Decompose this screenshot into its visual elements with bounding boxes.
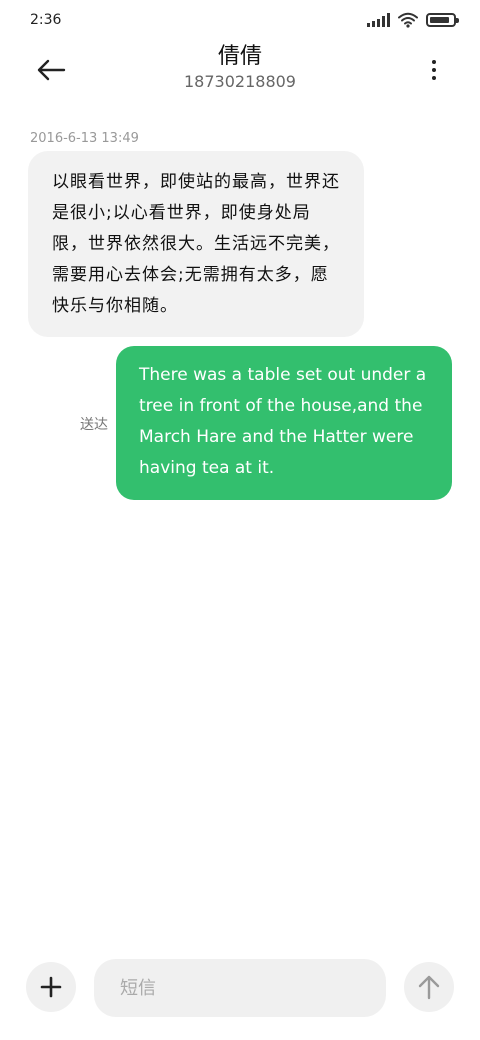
composer-bar bbox=[0, 950, 480, 1030]
contact-number: 18730218809 bbox=[184, 72, 296, 91]
back-button[interactable] bbox=[28, 50, 74, 90]
status-time: 2:36 bbox=[30, 12, 62, 28]
contact-title: 倩倩 18730218809 bbox=[120, 42, 360, 92]
signal-icon bbox=[367, 13, 390, 27]
message-timestamp: 2016-6-13 13:49 bbox=[30, 131, 139, 146]
conversation-header: 倩倩 18730218809 bbox=[0, 40, 480, 100]
contact-name: 倩倩 bbox=[217, 44, 262, 69]
status-bar: 2:36 bbox=[0, 0, 480, 40]
send-arrow-icon bbox=[418, 975, 440, 1000]
battery-icon bbox=[426, 13, 459, 27]
outgoing-message-bubble[interactable]: There was a table set out under a tree i… bbox=[116, 346, 452, 500]
wifi-icon bbox=[398, 12, 418, 28]
plus-icon bbox=[40, 976, 62, 998]
send-button[interactable] bbox=[404, 962, 454, 1012]
add-attachment-button[interactable] bbox=[26, 962, 76, 1012]
battery-level-fill bbox=[430, 17, 449, 23]
message-input[interactable] bbox=[94, 959, 386, 1017]
more-options-button[interactable] bbox=[422, 54, 446, 86]
incoming-message-bubble[interactable]: 以眼看世界，即使站的最高，世界还是很小;以心看世界，即使身处局限，世界依然很大。… bbox=[28, 151, 364, 337]
delivery-status: 送达 bbox=[80, 417, 108, 433]
back-arrow-icon bbox=[37, 59, 66, 81]
more-vertical-icon bbox=[432, 60, 436, 64]
status-icons bbox=[367, 12, 459, 28]
